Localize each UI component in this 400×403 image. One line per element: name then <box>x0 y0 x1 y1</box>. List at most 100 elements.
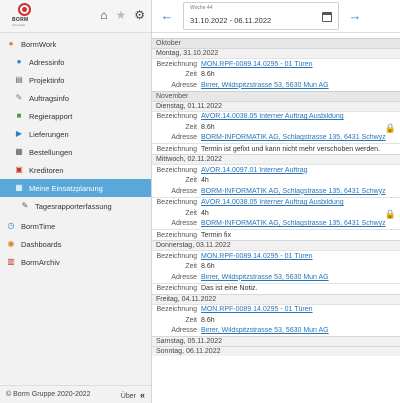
address-link[interactable]: BORM-INFORMATIK AG, Schlagstrasse 135, 6… <box>201 188 386 195</box>
field-label: Zeit <box>185 123 197 131</box>
field-label: Adresse <box>171 81 197 89</box>
field-label: Zeit <box>185 177 197 185</box>
month-header: November <box>152 90 400 101</box>
order-link[interactable]: MON.RPF-0089.14.0295 - 01 Türen <box>201 253 313 260</box>
field-label: Zeit <box>185 263 197 271</box>
person-icon: ● <box>8 39 14 48</box>
field-label: Adresse <box>171 220 197 228</box>
sidebar-item-label: Lieferungen <box>29 129 69 139</box>
sidebar-item-label: Projektinfo <box>29 75 65 85</box>
about-link[interactable]: Über « <box>121 390 145 400</box>
note-text: Termin ist gefixt und kann nicht mehr ve… <box>201 145 380 153</box>
archive-icon: ▥ <box>7 257 15 266</box>
sidebar-item-auftragsinfo[interactable]: ✎ Auftragsinfo <box>0 89 151 107</box>
sidebar-item-bormwork[interactable]: ● BormWork <box>0 35 151 53</box>
field-label: Bezeichnung <box>156 199 197 207</box>
order-link[interactable]: MON.RPF-0089.14.0295 - 01 Türen <box>201 61 313 68</box>
sidebar-item-projektinfo[interactable]: ▤ Projektinfo <box>0 71 151 89</box>
edit-icon: ✎ <box>21 201 29 210</box>
month-header: Oktober <box>152 38 400 48</box>
schedule-entry: Bezeichnung AVOR.14.0038.05 Interner Auft… <box>152 196 400 230</box>
previous-week-button[interactable]: ← <box>160 9 174 23</box>
time-value: 4h <box>201 209 209 217</box>
day-header: Donnerstag, 03.11.2022 <box>152 240 400 250</box>
gear-icon[interactable]: ⚙ <box>134 9 145 21</box>
cart-icon: ▦ <box>15 147 23 156</box>
field-label: Bezeichnung <box>156 231 197 239</box>
sidebar-item-label: BormArchiv <box>21 257 60 267</box>
sidebar-item-bestellungen[interactable]: ▦ Bestellungen <box>0 143 151 161</box>
sidebar-item-label: Auftragsinfo <box>29 93 70 103</box>
star-icon[interactable]: ★ <box>115 9 126 21</box>
time-value: 4h <box>201 177 209 185</box>
address-link[interactable]: BORM-INFORMATIK AG, Schlagstrasse 135, 6… <box>201 134 386 141</box>
sidebar-item-dashboards[interactable]: ◉ Dashboards <box>0 235 151 253</box>
field-label: Bezeichnung <box>156 285 197 292</box>
sidebar-item-bormtime[interactable]: ◷ BormTime <box>0 217 151 235</box>
truck-icon: ■ <box>16 111 22 120</box>
week-picker[interactable]: Woche 44 31.10.2022 - 06.11.2022 <box>183 2 339 30</box>
sidebar-item-label: Kreditoren <box>29 165 64 175</box>
field-label: Bezeichnung <box>156 113 197 121</box>
home-icon[interactable]: ⌂ <box>100 9 107 21</box>
address-link[interactable]: Birrer, Wildspitzstrasse 53, 5630 Muri A… <box>201 327 329 334</box>
day-header: Dienstag, 01.11.2022 <box>152 100 400 111</box>
logo-mark <box>18 3 31 16</box>
order-link[interactable]: AVOR.14.0038.05 Interner Auftrag Ausbild… <box>201 199 344 206</box>
sidebar-header: BORM Informatik ⌂ ★ ⚙ <box>0 0 151 33</box>
day-header: Montag, 31.10.2022 <box>152 48 400 58</box>
borm-logo[interactable]: BORM Informatik <box>9 3 41 29</box>
field-label: Bezeichnung <box>156 252 197 260</box>
order-link[interactable]: MON.RPF-0089.14.0295 - 01 Türen <box>201 306 313 313</box>
field-label: Adresse <box>171 134 197 142</box>
lock-icon: 🔒 <box>384 122 396 133</box>
sidebar-item-tagesrapporterfassung[interactable]: ✎ Tagesrapporterfassung <box>0 197 151 215</box>
order-link[interactable]: AVOR.14.0038.05 Interner Auftrag Ausbild… <box>201 113 344 120</box>
contact-icon: ● <box>16 57 22 66</box>
sidebar-item-label: BormWork <box>21 39 57 49</box>
schedule-entry: Bezeichnung MON.RPF-0089.14.0295 - 01 Tür… <box>152 58 400 91</box>
day-header: Mittwoch, 02.11.2022 <box>152 154 400 164</box>
document-icon: ▤ <box>15 75 23 84</box>
time-value: 8.6h <box>201 316 215 324</box>
time-value: 8.6h <box>201 71 215 79</box>
sidebar-item-bormarchiv[interactable]: ▥ BormArchiv <box>0 253 151 271</box>
sidebar-item-label: Tagesrapporterfassung <box>35 201 112 211</box>
collapse-sidebar-icon[interactable]: « <box>140 390 145 400</box>
field-label: Bezeichnung <box>156 306 197 314</box>
time-value: 8.6h <box>201 263 215 271</box>
sidebar-item-lieferungen[interactable]: ▶ Lieferungen <box>0 125 151 143</box>
calendar-icon[interactable] <box>322 12 332 22</box>
address-link[interactable]: Birrer, Wildspitzstrasse 53, 5630 Muri A… <box>201 82 329 89</box>
logo-subtext: Informatik <box>12 23 26 27</box>
schedule-entry: Bezeichnung AVOR.14.0038.05 Interner Auft… <box>152 110 400 144</box>
address-link[interactable]: Birrer, Wildspitzstrasse 53, 5630 Muri A… <box>201 274 329 281</box>
order-link[interactable]: AVOR.14.0097.01 Interner Auftrag <box>201 167 308 174</box>
address-link[interactable]: BORM-INFORMATIK AG, Schlagstrasse 135, 6… <box>201 220 386 227</box>
sidebar-item-kreditoren[interactable]: ▣ Kreditoren <box>0 161 151 179</box>
sidebar-item-label: Adressinfo <box>29 57 65 67</box>
next-week-button[interactable]: → <box>348 9 362 23</box>
sidebar-item-label: Dashboards <box>21 239 62 249</box>
note-text: Termin fix <box>201 231 231 239</box>
schedule-entry: Bezeichnung MON.RPF-0089.14.0295 - 01 Tür… <box>152 250 400 283</box>
sidebar-item-label: Regierapport <box>29 111 73 121</box>
clock-icon: ◷ <box>7 221 15 230</box>
field-label: Adresse <box>171 327 197 335</box>
field-label: Zeit <box>185 209 197 217</box>
sidebar-item-adressinfo[interactable]: ● Adressinfo <box>0 53 151 71</box>
note-row: Bezeichnung Termin ist gefixt und kann ni… <box>152 143 400 154</box>
field-label: Zeit <box>185 316 197 324</box>
note-row: Bezeichnung Das ist eine Notiz. <box>152 282 400 294</box>
field-label: Bezeichnung <box>156 145 197 153</box>
wrench-icon: ✎ <box>15 93 23 102</box>
day-header: Freitag, 04.11.2022 <box>152 293 400 304</box>
sidebar-item-regierapport[interactable]: ■ Regierapport <box>0 107 151 125</box>
time-value: 8.6h <box>201 123 215 131</box>
week-label: Woche 44 <box>190 5 213 11</box>
day-header: Samstag, 05.11.2022 <box>152 336 400 346</box>
note-row: Bezeichnung Termin fix <box>152 229 400 240</box>
sidebar-item-meine-einsatzplanung[interactable]: ▦ Meine Einsatzplanung <box>0 179 151 197</box>
sidebar: BORM Informatik ⌂ ★ ⚙ ● BormWork ● Adres… <box>0 0 152 403</box>
list-icon: ▣ <box>15 165 23 174</box>
